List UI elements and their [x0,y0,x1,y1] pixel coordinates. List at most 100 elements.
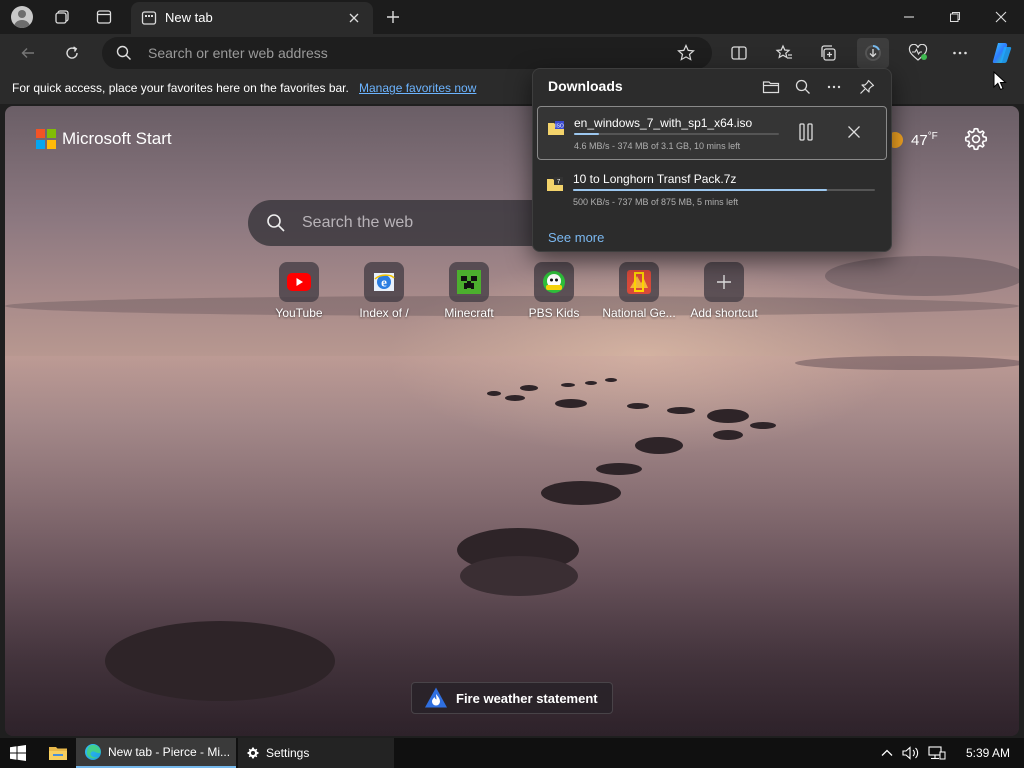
youtube-icon [287,273,311,291]
profile-button[interactable] [8,4,36,30]
background-stone [505,395,525,401]
new-tab-button[interactable] [380,4,406,30]
alert-text: Fire weather statement [456,690,598,706]
taskbar-settings-label: Settings [266,746,310,760]
iso-file-icon: ISO [548,121,564,135]
add-favorite-button[interactable] [676,43,696,63]
more-icon [953,51,967,55]
refresh-icon [66,46,78,59]
favorites-icon [775,44,792,59]
show-hidden-icons-button[interactable] [880,746,894,760]
favorites-hint-text: For quick access, place your favorites h… [12,81,349,95]
volume-button[interactable] [902,746,920,760]
pin-downloads-button[interactable] [854,75,880,99]
shortcut-youtube[interactable]: YouTube [254,262,344,324]
file-explorer-button[interactable] [40,738,76,768]
shortcut-national-geographic[interactable]: National Ge... [594,262,684,324]
search-icon [266,213,286,233]
manage-favorites-link[interactable]: Manage favorites now [359,81,476,95]
svg-text:ISO: ISO [555,124,564,130]
toolbar [0,34,1024,72]
close-icon [995,11,1007,23]
collections-button[interactable] [812,38,844,68]
minimize-button[interactable] [886,0,932,34]
close-window-button[interactable] [978,0,1024,34]
brand-name: Microsoft Start [62,129,172,148]
shortcut-tile [534,262,574,302]
start-button[interactable] [0,738,36,768]
folder-icon [762,81,780,94]
cancel-download-button[interactable] [841,119,867,145]
taskbar-settings-window[interactable]: Settings [238,738,394,768]
shortcut-tile [279,262,319,302]
close-icon [349,13,359,23]
taskbar-clock[interactable]: 5:39 AM [966,746,1010,760]
shortcut-pbs-kids[interactable]: PBS Kids [509,262,599,324]
microsoft-start-brand[interactable]: Microsoft Start [36,129,172,149]
address-input[interactable] [148,41,648,65]
background-cloud [825,256,1019,296]
search-icon [116,45,132,61]
workspaces-button[interactable] [48,4,76,30]
weather-widget[interactable]: 47°F [885,130,938,150]
shortcut-label: Minecraft [444,306,494,320]
downloads-title: Downloads [548,78,623,94]
downloads-button[interactable] [857,38,889,68]
minecraft-icon [457,270,481,294]
split-screen-button[interactable] [723,38,755,68]
pause-download-button[interactable] [793,119,819,145]
background-stone [627,403,649,409]
page-settings-button[interactable] [963,126,989,152]
national-geographic-icon [627,270,651,294]
shortcut-label: Add shortcut [690,306,758,320]
taskbar-edge-window[interactable]: New tab - Pierce - Mi... [76,738,236,768]
open-downloads-folder-button[interactable] [758,75,784,99]
new-tab-icon [141,10,157,26]
add-shortcut-button[interactable]: Add shortcut [679,262,769,324]
settings-and-more-button[interactable] [944,38,976,68]
download-item[interactable]: ISO en_windows_7_with_sp1_x64.iso 4.6 MB… [537,106,887,160]
refresh-button[interactable] [58,40,86,66]
see-more-link[interactable]: See more [548,230,604,245]
network-button[interactable] [928,746,946,760]
collections-icon [821,45,836,61]
web-search-input[interactable] [302,212,562,234]
title-bar: New tab [0,0,1024,34]
favorites-button[interactable] [768,38,800,68]
shortcut-index-of[interactable]: e Index of / [339,262,429,324]
search-downloads-button[interactable] [790,75,816,99]
shortcut-tile: e [364,262,404,302]
download-filename: 10 to Longhorn Transf Pack.7z [573,172,737,186]
back-button[interactable] [14,40,42,66]
volume-icon [902,746,919,760]
shortcut-minecraft[interactable]: Minecraft [424,262,514,324]
download-status: 4.6 MB/s - 374 MB of 3.1 GB, 10 mins lef… [574,141,741,151]
background-stone [555,399,587,408]
archive-file-icon: 7 [547,177,563,191]
avatar-icon [11,6,33,28]
address-bar[interactable] [102,37,712,69]
restore-button[interactable] [932,0,978,34]
download-progress-bar [573,189,875,191]
pin-icon [860,79,875,94]
background-stone [541,481,621,505]
copilot-button[interactable] [986,38,1018,68]
downloads-more-options-button[interactable] [821,75,847,99]
weather-temperature: 47°F [911,131,938,149]
background-stone [750,422,776,429]
svg-text:e: e [381,275,387,290]
shortcut-label: YouTube [275,306,323,320]
internet-explorer-icon: e [374,273,395,291]
downloads-flyout: Downloads ISO en_windows_7_with_sp1_x64.… [532,68,892,252]
shortcut-label: Index of / [359,306,409,320]
file-explorer-icon [49,747,67,760]
download-icon [865,45,881,61]
tab-actions-button[interactable] [90,4,118,30]
tab-new-tab[interactable]: New tab [131,2,373,34]
fire-weather-alert[interactable]: Fire weather statement [411,682,613,714]
browser-essentials-button[interactable] [902,38,934,68]
tab-close-button[interactable] [345,9,363,27]
download-item[interactable]: 7 10 to Longhorn Transf Pack.7z 500 KB/s… [537,163,887,217]
background-stone [605,378,617,382]
shortcut-tile [449,262,489,302]
